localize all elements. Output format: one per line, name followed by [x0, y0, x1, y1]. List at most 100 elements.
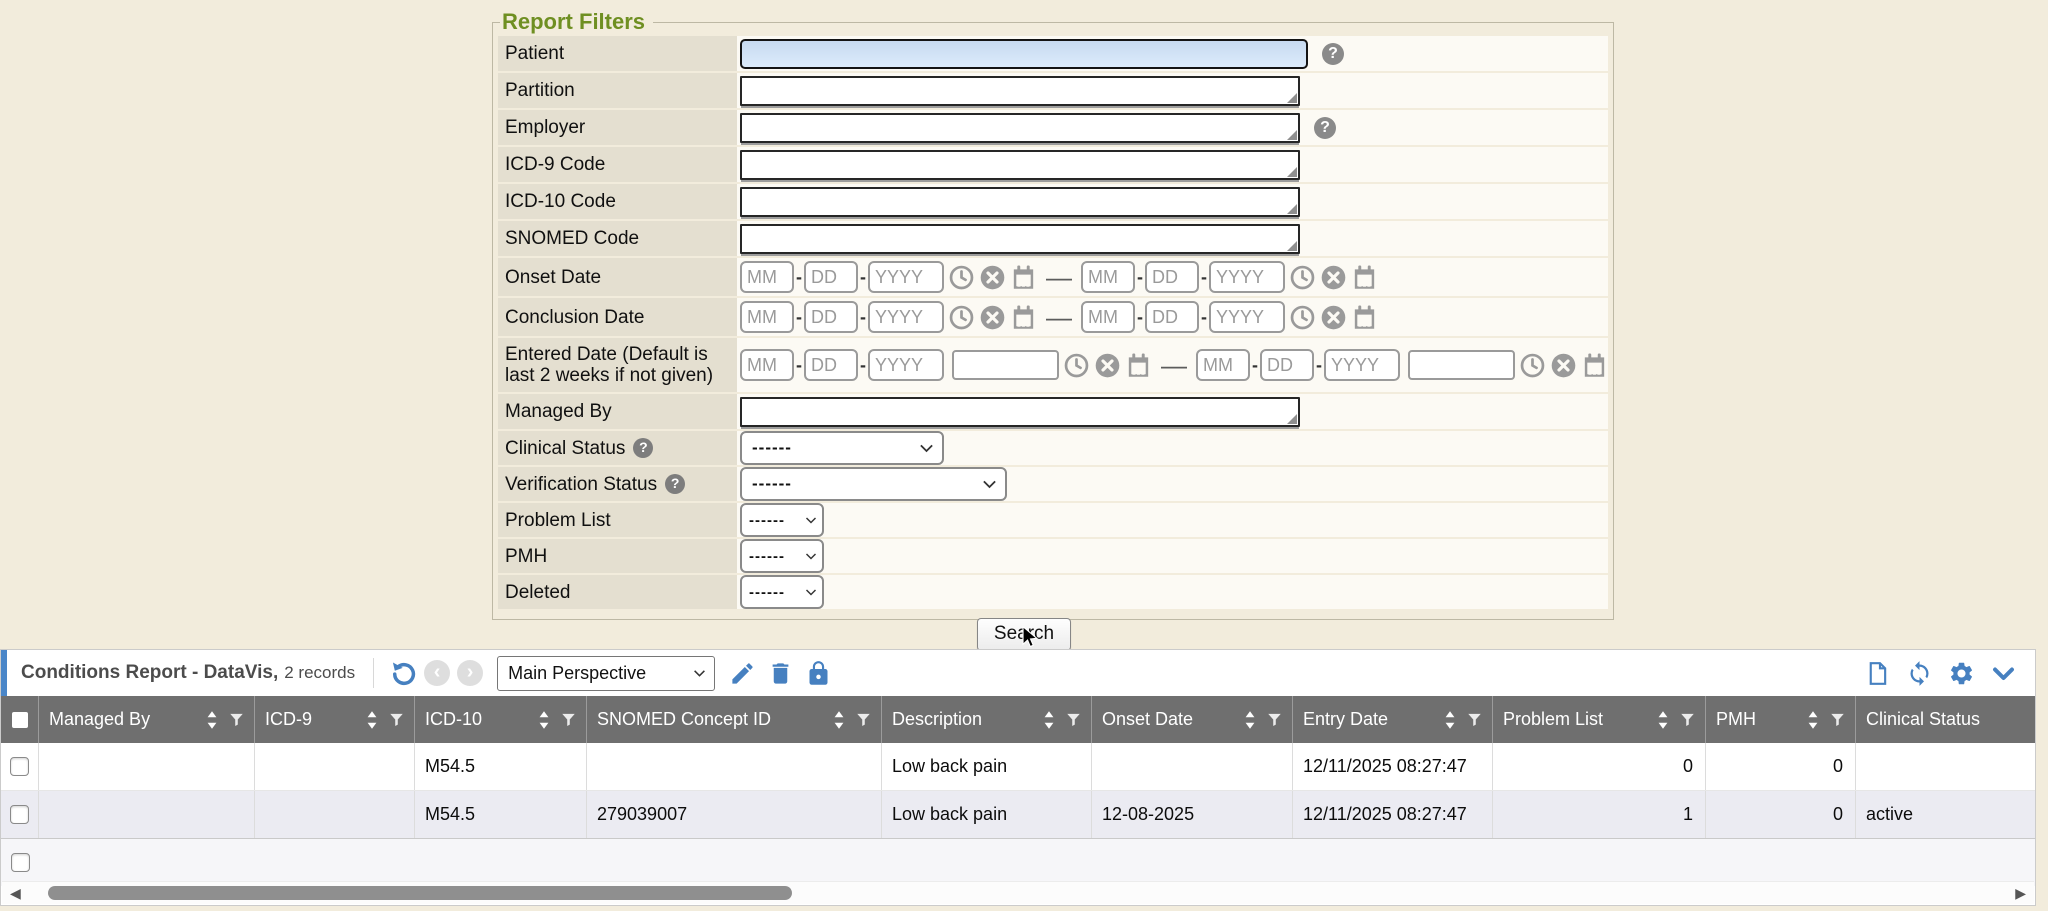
pmh-select[interactable]: ------: [740, 539, 824, 573]
undo-icon[interactable]: [390, 660, 417, 687]
partition-input[interactable]: [740, 76, 1300, 106]
column-header-description[interactable]: Description: [882, 696, 1092, 743]
conclusion-date-from-day-input[interactable]: [804, 301, 858, 333]
calendar-icon[interactable]: [1010, 304, 1037, 331]
nav-next-icon[interactable]: ›: [457, 660, 483, 686]
calendar-icon[interactable]: [1581, 352, 1608, 379]
time-icon[interactable]: [1289, 264, 1316, 291]
entered-date-to-time-input[interactable]: [1408, 350, 1515, 380]
time-icon[interactable]: [1063, 352, 1090, 379]
verification-status-select[interactable]: ------: [740, 467, 1007, 501]
refresh-icon[interactable]: [1906, 660, 1933, 687]
icd-9-code-input[interactable]: [740, 150, 1300, 180]
filter-funnel-icon[interactable]: [1065, 711, 1082, 728]
conclusion-date-to-month-input[interactable]: [1081, 301, 1135, 333]
entered-date-to-day-input[interactable]: [1260, 349, 1314, 381]
deleted-select[interactable]: ------: [740, 575, 824, 609]
sort-icon[interactable]: [1806, 709, 1820, 731]
scroll-left-icon[interactable]: ◀: [10, 884, 21, 902]
sort-icon[interactable]: [205, 709, 219, 731]
filter-funnel-icon[interactable]: [1679, 711, 1696, 728]
clear-date-icon[interactable]: [979, 304, 1006, 331]
problem-list-select[interactable]: ------: [740, 503, 824, 537]
help-icon[interactable]: ?: [1322, 43, 1344, 65]
nav-prev-icon[interactable]: ‹: [424, 660, 450, 686]
calendar-icon[interactable]: [1351, 264, 1378, 291]
settings-gear-icon[interactable]: [1948, 660, 1975, 687]
horizontal-scrollbar[interactable]: ◀ ▶: [2, 881, 2034, 904]
onset-date-from-year-input[interactable]: [868, 261, 944, 293]
help-icon[interactable]: ?: [633, 438, 653, 458]
icd-10-code-input[interactable]: [740, 187, 1300, 217]
column-header-managed-by[interactable]: Managed By: [39, 696, 255, 743]
filter-funnel-icon[interactable]: [1266, 711, 1283, 728]
sort-icon[interactable]: [1042, 709, 1056, 731]
delete-icon[interactable]: [767, 660, 794, 687]
entered-date-to-month-input[interactable]: [1196, 349, 1250, 381]
patient-input[interactable]: [740, 39, 1308, 69]
row-checkbox[interactable]: [10, 805, 29, 824]
employer-input[interactable]: [740, 113, 1300, 143]
onset-date-from-month-input[interactable]: [740, 261, 794, 293]
perspective-select[interactable]: Main Perspective: [497, 656, 715, 691]
onset-date-to-month-input[interactable]: [1081, 261, 1135, 293]
calendar-icon[interactable]: [1010, 264, 1037, 291]
sort-icon[interactable]: [1656, 709, 1670, 731]
clear-date-icon[interactable]: [979, 264, 1006, 291]
sort-icon[interactable]: [365, 709, 379, 731]
time-icon[interactable]: [948, 264, 975, 291]
column-header-icd-9[interactable]: ICD-9: [255, 696, 415, 743]
entered-date-from-time-input[interactable]: [952, 350, 1059, 380]
calendar-icon[interactable]: [1125, 352, 1152, 379]
filter-funnel-icon[interactable]: [388, 711, 405, 728]
onset-date-to-year-input[interactable]: [1209, 261, 1285, 293]
column-header-pmh[interactable]: PMH: [1706, 696, 1856, 743]
entered-date-from-year-input[interactable]: [868, 349, 944, 381]
time-icon[interactable]: [1519, 352, 1546, 379]
sort-icon[interactable]: [1443, 709, 1457, 731]
column-header-icd-10[interactable]: ICD-10: [415, 696, 587, 743]
scrollbar-thumb[interactable]: [48, 886, 792, 900]
time-icon[interactable]: [1289, 304, 1316, 331]
filter-funnel-icon[interactable]: [228, 711, 245, 728]
collapse-chevron-icon[interactable]: [1990, 660, 2017, 687]
entered-date-to-year-input[interactable]: [1324, 349, 1400, 381]
filter-funnel-icon[interactable]: [560, 711, 577, 728]
new-file-icon[interactable]: [1864, 660, 1891, 687]
time-icon[interactable]: [948, 304, 975, 331]
lock-icon[interactable]: [805, 660, 832, 687]
clear-date-icon[interactable]: [1094, 352, 1121, 379]
calendar-icon[interactable]: [1351, 304, 1378, 331]
conclusion-date-to-day-input[interactable]: [1145, 301, 1199, 333]
scroll-right-icon[interactable]: ▶: [2015, 884, 2026, 902]
clear-date-icon[interactable]: [1320, 264, 1347, 291]
select-all-checkbox[interactable]: [12, 712, 28, 728]
edit-icon[interactable]: [729, 660, 756, 687]
filter-funnel-icon[interactable]: [1829, 711, 1846, 728]
managed-by-input[interactable]: [740, 397, 1300, 427]
clear-date-icon[interactable]: [1320, 304, 1347, 331]
entered-date-from-day-input[interactable]: [804, 349, 858, 381]
clinical-status-select[interactable]: ------: [740, 431, 944, 465]
sort-icon[interactable]: [537, 709, 551, 731]
snomed-code-input[interactable]: [740, 224, 1300, 254]
onset-date-to-day-input[interactable]: [1145, 261, 1199, 293]
row-checkbox[interactable]: [10, 757, 29, 776]
sort-icon[interactable]: [832, 709, 846, 731]
row-checkbox[interactable]: [11, 853, 30, 872]
filter-funnel-icon[interactable]: [855, 711, 872, 728]
column-header-snomed-concept-id[interactable]: SNOMED Concept ID: [587, 696, 882, 743]
help-icon[interactable]: ?: [1314, 117, 1336, 139]
column-header-onset-date[interactable]: Onset Date: [1092, 696, 1293, 743]
entered-date-from-month-input[interactable]: [740, 349, 794, 381]
conclusion-date-to-year-input[interactable]: [1209, 301, 1285, 333]
onset-date-from-day-input[interactable]: [804, 261, 858, 293]
filter-funnel-icon[interactable]: [1466, 711, 1483, 728]
help-icon[interactable]: ?: [665, 474, 685, 494]
sort-icon[interactable]: [1243, 709, 1257, 731]
clear-date-icon[interactable]: [1550, 352, 1577, 379]
conclusion-date-from-month-input[interactable]: [740, 301, 794, 333]
column-header-problem-list[interactable]: Problem List: [1493, 696, 1706, 743]
conclusion-date-from-year-input[interactable]: [868, 301, 944, 333]
column-header-entry-date[interactable]: Entry Date: [1293, 696, 1493, 743]
